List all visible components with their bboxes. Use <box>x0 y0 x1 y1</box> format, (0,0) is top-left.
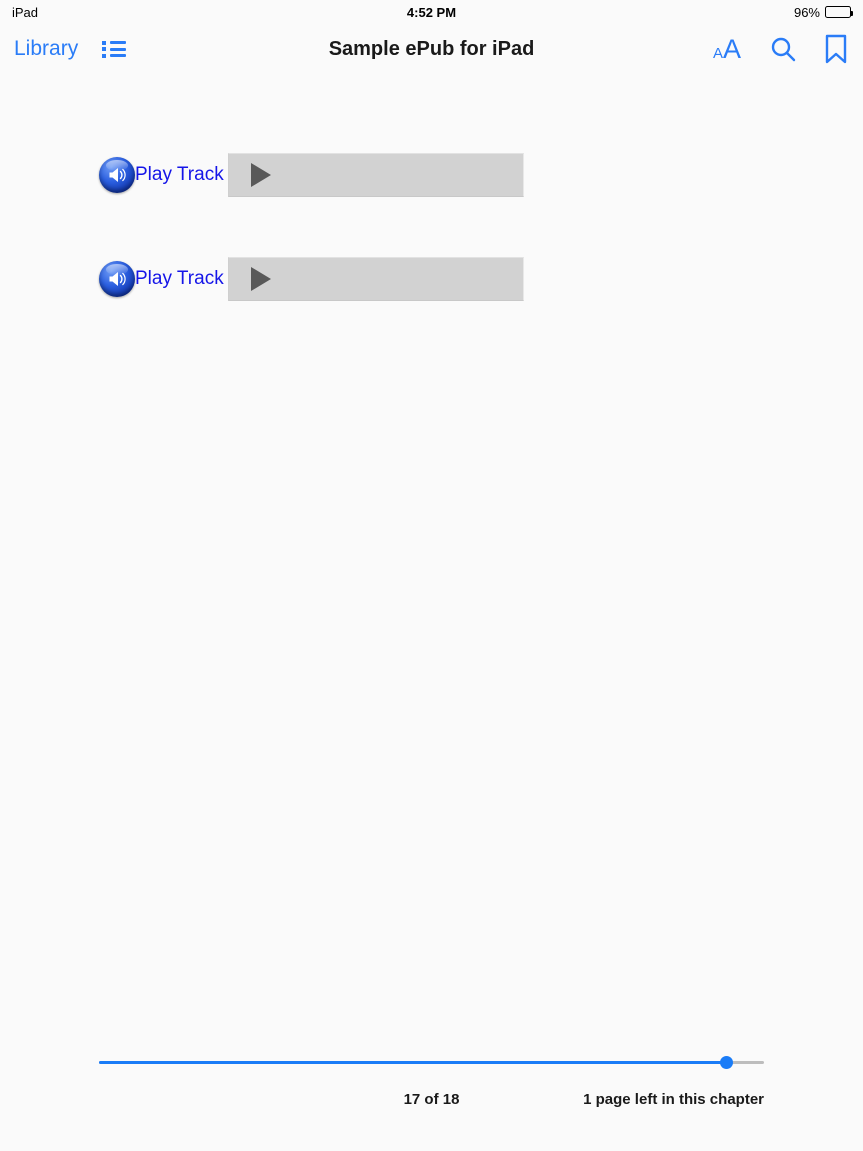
speaker-icon[interactable] <box>99 157 135 193</box>
reading-progress-slider[interactable] <box>99 1052 764 1072</box>
font-size-large-a: A <box>722 33 741 64</box>
font-size-small-a: A <box>712 44 723 62</box>
speaker-glyph <box>99 157 135 193</box>
battery-nub <box>851 10 853 16</box>
battery-percent-label: 96% <box>793 4 820 20</box>
status-device-label: iPad <box>12 4 39 20</box>
audio-block: Play Track <box>99 152 524 198</box>
status-battery-group: 96% <box>793 4 853 20</box>
search-icon[interactable] <box>769 35 797 63</box>
bottom-bar: 17 of 18 1 page left in this chapter <box>0 1051 863 1151</box>
bookmark-icon[interactable] <box>825 34 847 64</box>
chapter-remaining-label: 1 page left in this chapter <box>583 1091 764 1108</box>
speaker-icon[interactable] <box>99 261 135 297</box>
audio-player-bar[interactable] <box>227 257 524 301</box>
book-page-content: Play Track Play Track <box>0 74 863 1051</box>
nav-bar: Library Sample ePub for iPad A A <box>0 24 863 74</box>
slider-fill <box>99 1060 727 1064</box>
play-triangle-icon[interactable] <box>250 163 271 187</box>
font-size-aa-icon[interactable]: A A <box>712 33 741 64</box>
speaker-glyph <box>99 261 135 297</box>
audio-block: Play Track <box>99 256 524 302</box>
audio-player-bar[interactable] <box>227 153 524 197</box>
status-bar: iPad 4:52 PM 96% <box>0 0 863 24</box>
play-track-link[interactable]: Play Track <box>135 164 224 186</box>
status-time: 4:52 PM <box>406 4 457 20</box>
nav-right-group: A A <box>713 24 847 74</box>
play-triangle-icon[interactable] <box>250 267 271 291</box>
slider-thumb[interactable] <box>720 1055 733 1069</box>
battery-full-icon <box>825 6 853 18</box>
play-track-link[interactable]: Play Track <box>135 268 224 290</box>
